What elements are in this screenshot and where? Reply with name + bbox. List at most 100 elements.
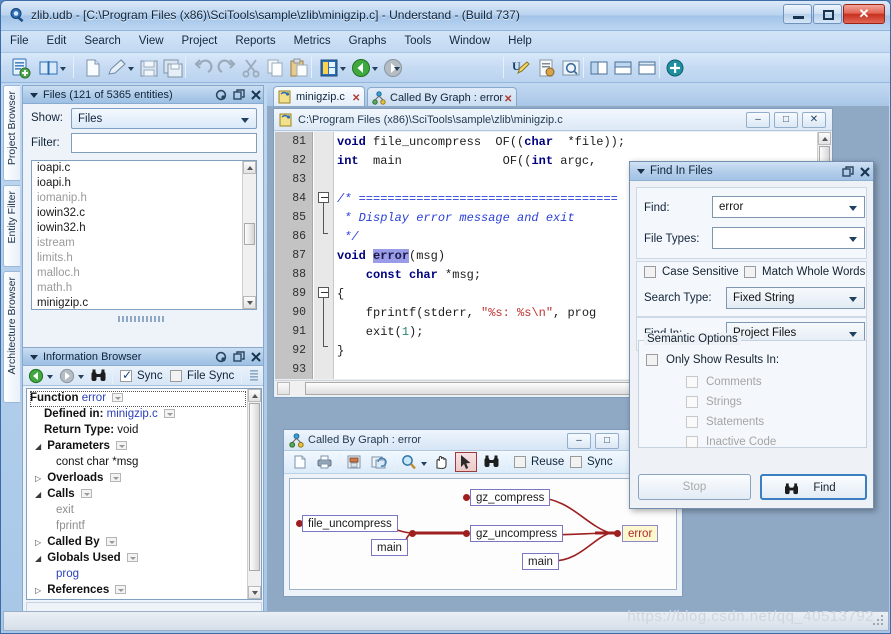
- called-by-graph-canvas[interactable]: file_uncompress main gz_compress gz_unco…: [289, 478, 677, 590]
- chevron-down-icon[interactable]: [637, 169, 645, 174]
- stop-button[interactable]: Stop: [638, 474, 751, 500]
- menu-help[interactable]: Help: [499, 31, 541, 50]
- list-item[interactable]: iomanip.h: [32, 191, 241, 206]
- tree-row-value[interactable]: exit: [56, 504, 74, 516]
- menu-view[interactable]: View: [130, 31, 173, 50]
- sync-checkbox[interactable]: [120, 368, 132, 382]
- pan-hand-icon[interactable]: [433, 454, 449, 470]
- scroll-down-icon[interactable]: [248, 586, 261, 599]
- inspect-icon[interactable]: [559, 56, 581, 78]
- cut-icon[interactable]: [239, 56, 261, 78]
- window-maximize-button[interactable]: [813, 4, 842, 24]
- graph-node[interactable]: main: [522, 553, 559, 570]
- edit-pencil-icon[interactable]: [105, 56, 127, 78]
- binoculars-icon[interactable]: [484, 455, 499, 469]
- edit-dropdown-arrow[interactable]: [128, 65, 135, 72]
- files-list-scrollbar[interactable]: [242, 161, 256, 309]
- menu-file[interactable]: File: [1, 31, 38, 50]
- tree-row-call-fprintf[interactable]: fprintf: [30, 519, 246, 535]
- tab-close-icon[interactable]: ✕: [352, 93, 360, 104]
- scroll-down-icon[interactable]: [243, 296, 256, 309]
- fold-toggle-89[interactable]: [318, 287, 329, 298]
- menu-graphs[interactable]: Graphs: [340, 31, 396, 50]
- graph-node[interactable]: main: [371, 539, 408, 556]
- editor-maximize-button[interactable]: □: [774, 112, 798, 128]
- reuse-checkbox[interactable]: [514, 456, 526, 468]
- fold-toggle-84[interactable]: [318, 192, 329, 203]
- tree-row-parameters[interactable]: ◢ Parameters: [30, 439, 246, 455]
- chevron-down-icon[interactable]: [30, 93, 38, 98]
- graph-node[interactable]: file_uncompress: [302, 515, 398, 532]
- information-browser-tree[interactable]: Function error Defined in: minigzip.c Re…: [26, 388, 262, 600]
- list-item[interactable]: malloc.h: [32, 266, 241, 281]
- split-horizontal-icon[interactable]: [611, 56, 633, 78]
- only-show-results-checkbox[interactable]: [646, 354, 658, 366]
- panel-close-icon[interactable]: [859, 166, 871, 178]
- filter-input[interactable]: [71, 133, 257, 153]
- scroll-up-icon[interactable]: [248, 389, 261, 402]
- editor-close-button[interactable]: ✕: [802, 112, 826, 128]
- tree-row-value[interactable]: fprintf: [56, 520, 85, 532]
- single-pane-icon[interactable]: [635, 56, 657, 78]
- redo-icon[interactable]: [215, 56, 237, 78]
- select-tool-button[interactable]: [455, 452, 477, 472]
- forward-dropdown-arrow[interactable]: [394, 65, 401, 72]
- case-sensitive-checkbox[interactable]: [644, 266, 656, 278]
- collapsed-triangle-icon[interactable]: ▷: [35, 474, 44, 483]
- refresh-graph-icon[interactable]: [370, 454, 387, 470]
- list-item[interactable]: limits.h: [32, 251, 241, 266]
- find-combo[interactable]: error: [712, 196, 865, 218]
- tree-row-globals-used[interactable]: ◢ Globals Used: [30, 551, 246, 567]
- scroll-up-icon[interactable]: [818, 132, 831, 145]
- scrollbar-thumb[interactable]: [249, 403, 260, 571]
- tab-close-icon[interactable]: ✕: [504, 94, 512, 105]
- information-browser-scrollbar[interactable]: [247, 389, 261, 599]
- editor-minimize-button[interactable]: –: [746, 112, 770, 128]
- tree-row-defined-in[interactable]: Defined in: minigzip.c: [30, 407, 246, 423]
- menu-window[interactable]: Window: [440, 31, 499, 50]
- save-icon[interactable]: [137, 56, 159, 78]
- window-resize-grip[interactable]: [872, 614, 885, 627]
- chevron-down-icon[interactable]: [109, 473, 121, 483]
- graph-maximize-button[interactable]: □: [595, 433, 619, 449]
- panel-undock-icon[interactable]: [233, 351, 245, 363]
- print-graph-icon[interactable]: [316, 454, 333, 470]
- menu-project[interactable]: Project: [173, 31, 227, 50]
- list-item[interactable]: math.h: [32, 281, 241, 296]
- split-vertical-icon[interactable]: [587, 56, 609, 78]
- graph-node-target[interactable]: error: [622, 525, 659, 542]
- panel-undock-icon[interactable]: [842, 166, 854, 178]
- graph-node[interactable]: gz_uncompress: [470, 525, 564, 542]
- tree-row-value[interactable]: error: [82, 392, 106, 404]
- chevron-down-icon[interactable]: [80, 489, 92, 499]
- vtab-architecture-browser[interactable]: Architecture Browser: [3, 271, 20, 403]
- chevron-down-icon[interactable]: [105, 537, 117, 547]
- window-close-button[interactable]: ✕: [843, 4, 885, 24]
- tree-row-overloads[interactable]: ▷ Overloads: [30, 471, 246, 487]
- panel-close-icon[interactable]: [250, 351, 262, 363]
- back-dropdown-arrow[interactable]: [47, 373, 54, 380]
- zoom-dropdown-arrow[interactable]: [421, 460, 428, 467]
- tree-row-value[interactable]: minigzip.c: [107, 408, 158, 420]
- back-dropdown-arrow[interactable]: [372, 65, 379, 72]
- list-item[interactable]: ioapi.c: [32, 161, 241, 176]
- graph-sync-checkbox[interactable]: [570, 456, 582, 468]
- tree-row-called-by[interactable]: ▷ Called By: [30, 535, 246, 551]
- find-button[interactable]: Find: [760, 474, 867, 500]
- files-list[interactable]: ioapi.c ioapi.h iomanip.h iowin32.c iowi…: [31, 160, 257, 310]
- undo-icon[interactable]: [191, 56, 213, 78]
- panel-options-icon[interactable]: [215, 89, 227, 101]
- back-icon[interactable]: [349, 56, 371, 78]
- chevron-down-icon[interactable]: [115, 585, 127, 595]
- scrollbar-thumb[interactable]: [244, 223, 255, 245]
- scroll-left-icon[interactable]: [277, 382, 290, 395]
- list-item[interactable]: minigzip.c: [32, 296, 241, 309]
- file-types-combo[interactable]: [712, 227, 865, 249]
- list-item[interactable]: ioapi.h: [32, 176, 241, 191]
- paste-icon[interactable]: [287, 56, 309, 78]
- expanded-triangle-icon[interactable]: ◢: [35, 490, 44, 499]
- panel-undock-icon[interactable]: [233, 89, 245, 101]
- window-minimize-button[interactable]: [783, 4, 812, 24]
- list-item[interactable]: iowin32.c: [32, 206, 241, 221]
- chevron-down-icon[interactable]: [163, 409, 175, 419]
